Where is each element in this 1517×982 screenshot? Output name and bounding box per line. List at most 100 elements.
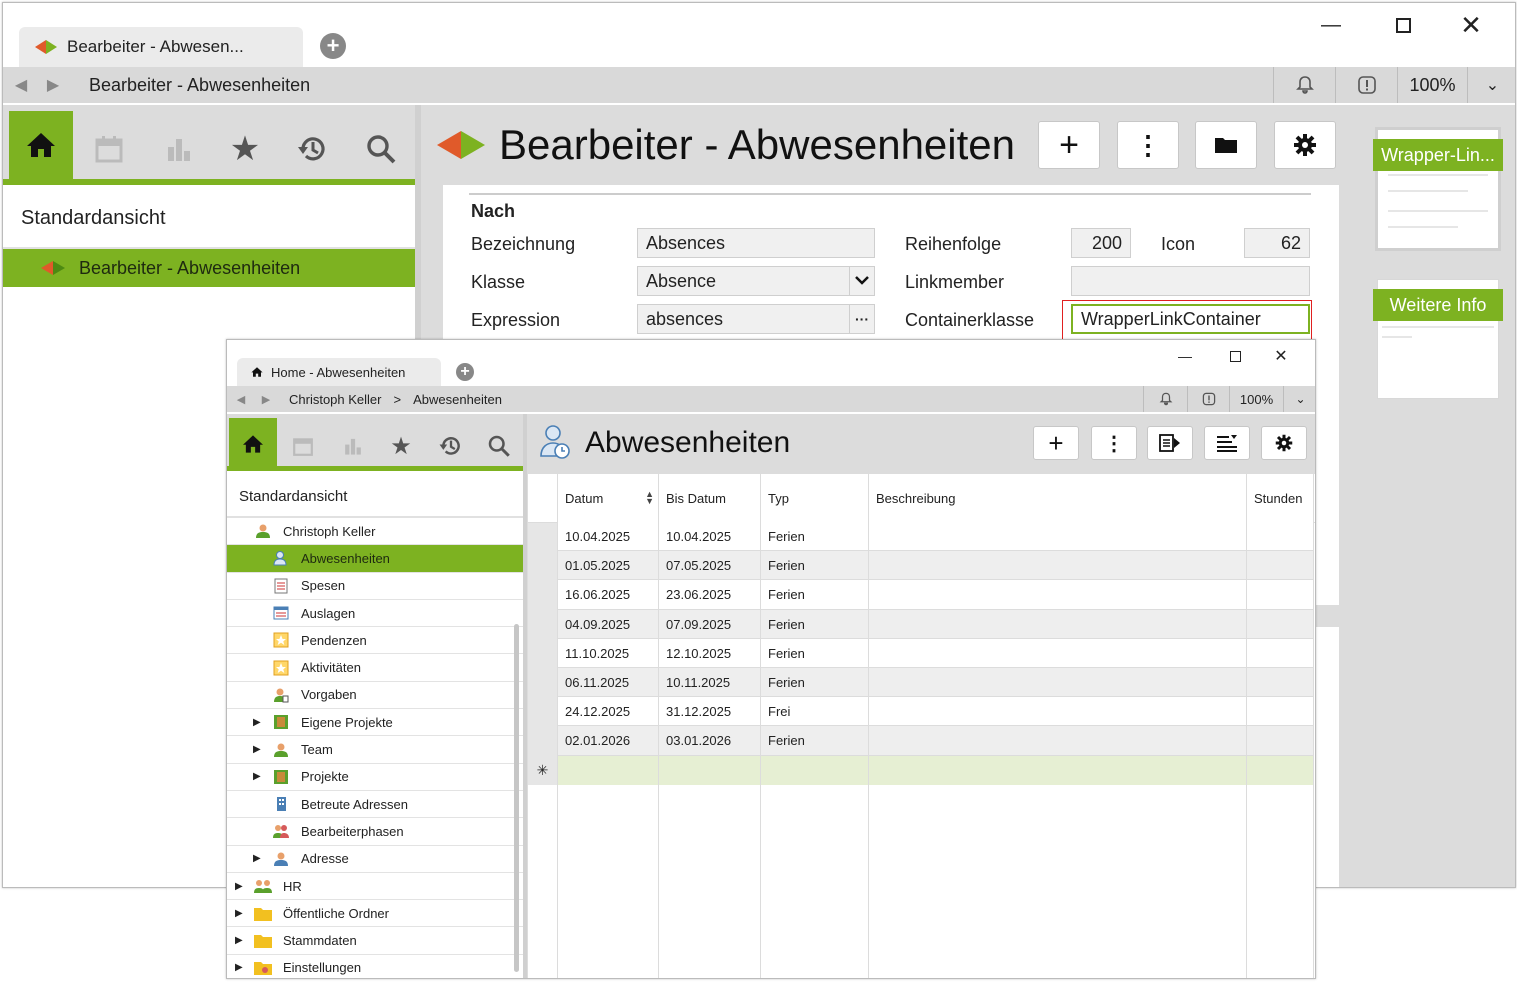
zoom-level[interactable]: 100% [1397, 67, 1467, 103]
table-cell[interactable]: Frei [768, 704, 790, 719]
search-icon[interactable] [353, 121, 409, 177]
history-icon[interactable] [285, 121, 341, 177]
expand-arrow-icon[interactable]: ▶ [235, 881, 249, 892]
sidebar-scrollbar[interactable] [514, 624, 519, 972]
expand-arrow-icon[interactable]: ▶ [253, 771, 267, 782]
table-cell[interactable]: 01.05.2025 [565, 558, 630, 573]
tree-item[interactable]: ▶ Eigene Projekte [227, 709, 523, 737]
table-cell[interactable]: 04.09.2025 [565, 617, 630, 632]
table-cell[interactable]: 24.12.2025 [565, 704, 630, 719]
notification-button[interactable] [1273, 67, 1335, 103]
new-row[interactable] [557, 755, 1313, 785]
back-icon[interactable]: ◀ [227, 393, 255, 406]
chevron-down-icon[interactable] [849, 267, 874, 295]
more-button[interactable]: ⋮ [1091, 426, 1137, 460]
expand-arrow-icon[interactable]: ▶ [253, 744, 267, 755]
breadcrumb-person[interactable]: Christoph Keller [289, 392, 382, 407]
table-cell[interactable]: Ferien [768, 529, 805, 544]
add-tab-button[interactable]: + [320, 33, 346, 59]
tree-item[interactable]: ▶ Projekte [227, 764, 523, 791]
maximize-button[interactable] [1223, 344, 1247, 368]
view-title[interactable]: Standardansicht [21, 207, 166, 230]
table-cell[interactable]: 10.04.2025 [565, 529, 630, 544]
tree-item[interactable]: ▶ Team [227, 736, 523, 764]
table-cell[interactable]: 02.01.2026 [565, 733, 630, 748]
chevron-down-icon[interactable]: ⌄ [1467, 67, 1515, 103]
calendar-icon[interactable] [283, 426, 323, 466]
table-cell[interactable]: 06.11.2025 [565, 675, 629, 690]
chart-icon[interactable] [151, 121, 207, 177]
bezeichnung-field[interactable]: Absences [637, 228, 875, 258]
expand-arrow-icon[interactable]: ▶ [235, 908, 249, 919]
settings-button[interactable] [1274, 121, 1336, 169]
add-button[interactable]: + [1038, 121, 1100, 169]
expression-field[interactable]: absences [637, 304, 875, 334]
folder-button[interactable] [1195, 121, 1257, 169]
star-icon[interactable]: ★ [217, 121, 273, 177]
tree-item[interactable]: ▶ Öffentliche Ordner [227, 900, 523, 928]
icon-field[interactable]: 62 [1244, 228, 1310, 258]
maximize-button[interactable] [1383, 7, 1423, 43]
tree-item[interactable]: Christoph Keller [227, 518, 523, 546]
expand-arrow-icon[interactable]: ▶ [253, 717, 267, 728]
chevron-down-icon[interactable]: ⌄ [1283, 386, 1315, 412]
table-cell[interactable]: 11.10.2025 [565, 646, 629, 661]
tree-item[interactable]: Abwesenheiten [227, 545, 523, 573]
filter-button[interactable] [1204, 426, 1250, 460]
table-cell[interactable]: Ferien [768, 617, 805, 632]
popup-tab[interactable]: Home - Abwesenheiten [237, 358, 441, 386]
minimize-button[interactable]: — [1311, 7, 1351, 43]
calendar-icon[interactable] [81, 121, 137, 177]
table-cell[interactable]: 10.04.2025 [666, 529, 731, 544]
export-button[interactable] [1147, 426, 1193, 460]
table-cell[interactable]: Ferien [768, 675, 805, 690]
settings-button[interactable] [1261, 426, 1307, 460]
table-cell[interactable]: 03.01.2026 [666, 733, 731, 748]
chart-icon[interactable] [333, 426, 373, 466]
column-header[interactable]: Stunden [1254, 474, 1309, 522]
breadcrumb-page[interactable]: Abwesenheiten [413, 392, 502, 407]
tree-item[interactable]: ▶ Adresse [227, 846, 523, 873]
klasse-select[interactable]: Absence [637, 266, 875, 296]
table-cell[interactable]: 07.09.2025 [666, 617, 731, 632]
column-header[interactable]: Datum ▲ ▼ [565, 474, 654, 522]
back-icon[interactable]: ◀ [3, 75, 39, 95]
expand-arrow-icon[interactable]: ▶ [253, 853, 267, 864]
tree-item[interactable]: ▶ Stammdaten [227, 928, 523, 955]
table-cell[interactable]: 23.06.2025 [666, 587, 731, 602]
reihenfolge-field[interactable]: 200 [1071, 228, 1131, 258]
history-icon[interactable] [431, 426, 471, 466]
info-button[interactable] [1187, 386, 1229, 412]
tree-item[interactable]: Vorgaben [227, 682, 523, 710]
tree-item[interactable]: Aktivitäten [227, 655, 523, 682]
table-cell[interactable]: 16.06.2025 [565, 587, 630, 602]
main-tab[interactable]: Bearbeiter - Abwesen... [19, 27, 303, 67]
close-button[interactable]: ✕ [1451, 7, 1491, 43]
sort-icon[interactable]: ▲ ▼ [645, 490, 654, 506]
table-cell[interactable]: Ferien [768, 587, 805, 602]
column-header[interactable]: Typ [768, 474, 864, 522]
tree-item[interactable]: Auslagen [227, 600, 523, 628]
expand-arrow-icon[interactable]: ▶ [235, 935, 249, 946]
add-tab-button[interactable]: + [456, 363, 474, 381]
search-icon[interactable] [479, 426, 519, 466]
add-button[interactable]: + [1033, 426, 1079, 460]
tree-item[interactable]: Pendenzen [227, 627, 523, 655]
table-cell[interactable]: Ferien [768, 733, 805, 748]
info-button[interactable] [1335, 67, 1397, 103]
column-header[interactable]: Beschreibung [876, 474, 1242, 522]
zoom-level[interactable]: 100% [1229, 386, 1283, 412]
table-cell[interactable]: 10.11.2025 [666, 675, 730, 690]
tree-item[interactable]: ▶ HR [227, 873, 523, 901]
linkmember-field[interactable] [1071, 266, 1310, 296]
close-button[interactable]: ✕ [1269, 344, 1293, 368]
tree-item[interactable]: Spesen [227, 573, 523, 600]
tree-item[interactable]: Bearbeiterphasen [227, 818, 523, 846]
table-cell[interactable]: 31.12.2025 [666, 704, 731, 719]
sidebar-item-bearbeiter-abwesenheiten[interactable]: Bearbeiter - Abwesenheiten [3, 249, 415, 287]
table-cell[interactable]: 12.10.2025 [666, 646, 731, 661]
star-icon[interactable]: ★ [381, 426, 421, 466]
view-title[interactable]: Standardansicht [239, 488, 347, 505]
table-cell[interactable]: Ferien [768, 558, 805, 573]
tree-item[interactable]: Betreute Adressen [227, 791, 523, 819]
